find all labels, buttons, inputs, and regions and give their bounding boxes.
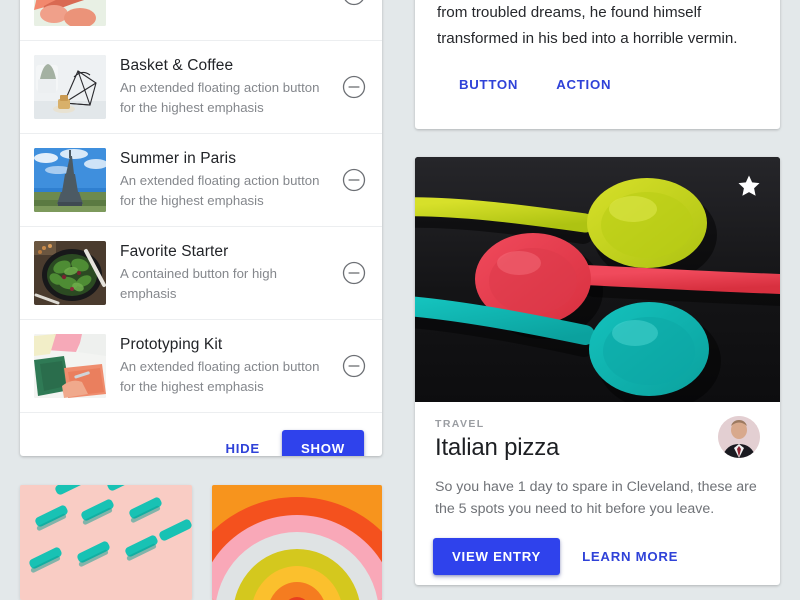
list-item-text: Summer in Paris An extended floating act… xyxy=(120,148,328,210)
learn-more-button[interactable]: LEARN MORE xyxy=(568,540,692,573)
button-action-secondary[interactable]: ACTION xyxy=(542,68,625,101)
minus-circle-icon[interactable] xyxy=(342,0,366,6)
minus-circle-icon[interactable] xyxy=(342,354,366,378)
list-item-title: Favorite Starter xyxy=(120,243,229,260)
pizza-kicker: TRAVEL xyxy=(435,418,485,430)
rainbow-arcs-image[interactable] xyxy=(212,485,382,600)
minus-circle-icon[interactable] xyxy=(342,168,366,192)
list-item-title: Basket & Coffee xyxy=(120,57,234,74)
list-item-title: Prototyping Kit xyxy=(120,336,223,353)
view-entry-button[interactable]: VIEW ENTRY xyxy=(433,538,561,575)
list-card: button for the highest emphasis xyxy=(20,0,382,456)
list-item-title: Summer in Paris xyxy=(120,150,237,167)
quote-text: from troubled dreams, he found himself t… xyxy=(437,4,738,47)
list-item[interactable]: Favorite Starter A contained button for … xyxy=(20,227,382,320)
app-canvas: button for the highest emphasis xyxy=(0,0,800,600)
pizza-body: TRAVEL Italian pizza So you have 1 day t… xyxy=(415,402,780,575)
list-item-text: Favorite Starter A contained button for … xyxy=(120,241,328,303)
quote-card-actions: BUTTON ACTION xyxy=(437,52,758,101)
list-item[interactable]: Prototyping Kit An extended floating act… xyxy=(20,320,382,413)
three-spoons-image xyxy=(415,157,780,402)
show-button[interactable]: SHOW xyxy=(281,429,364,456)
avatar xyxy=(718,416,760,458)
list-item-text: Prototyping Kit An extended floating act… xyxy=(120,334,328,396)
pink-teal-dashes-image[interactable] xyxy=(20,485,192,600)
list-item-subtitle: A contained button for high emphasis xyxy=(120,266,277,301)
list-item-subtitle: An extended floating action button for t… xyxy=(120,359,320,394)
list-card-actions: HIDE SHOW xyxy=(20,413,382,456)
quote-card: from troubled dreams, he found himself t… xyxy=(415,0,780,129)
list-item-thumbnail xyxy=(34,241,106,305)
minus-circle-icon[interactable] xyxy=(342,75,366,99)
list-item-thumbnail xyxy=(34,55,106,119)
list-item[interactable]: Summer in Paris An extended floating act… xyxy=(20,134,382,227)
list-item-thumbnail xyxy=(34,148,106,212)
list-item-subtitle: An extended floating action button for t… xyxy=(120,80,320,115)
hide-button[interactable]: HIDE xyxy=(211,432,274,457)
pizza-description: So you have 1 day to spare in Cleveland,… xyxy=(435,479,757,517)
list-item-text: Basket & Coffee An extended floating act… xyxy=(120,55,328,117)
button-action-primary[interactable]: BUTTON xyxy=(445,68,532,101)
list-item-subtitle: An extended floating action button for t… xyxy=(120,173,320,208)
list-item-thumbnail xyxy=(34,0,106,26)
list-item[interactable]: Basket & Coffee An extended floating act… xyxy=(20,41,382,134)
star-icon[interactable] xyxy=(736,173,762,199)
pizza-title: Italian pizza xyxy=(435,434,560,461)
pizza-card: TRAVEL Italian pizza So you have 1 day t… xyxy=(415,157,780,585)
list-item-thumbnail xyxy=(34,334,106,398)
minus-circle-icon[interactable] xyxy=(342,261,366,285)
list-item[interactable]: button for the highest emphasis xyxy=(20,0,382,41)
quote-body: from troubled dreams, he found himself t… xyxy=(415,0,780,101)
pizza-card-actions: VIEW ENTRY LEARN MORE xyxy=(433,538,760,575)
